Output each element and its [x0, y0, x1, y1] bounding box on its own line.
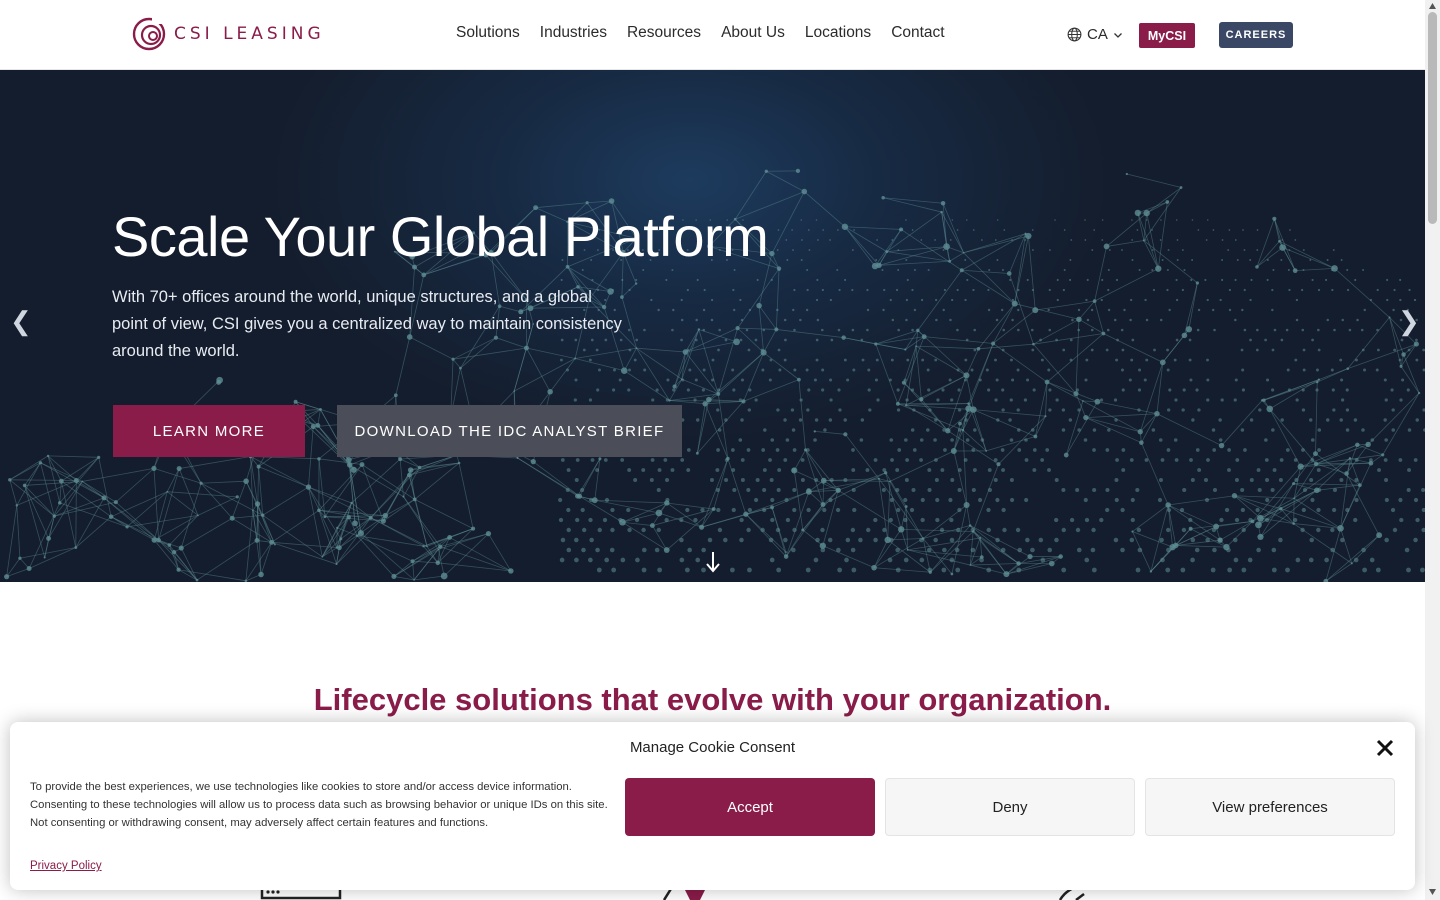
scroll-up-icon[interactable] — [1428, 2, 1437, 10]
careers-button[interactable]: CAREERS — [1219, 22, 1293, 48]
cookie-consent-banner: Manage Cookie Consent To provide the bes… — [10, 722, 1415, 890]
site-header: CSI LEASING Solutions Industries Resourc… — [0, 0, 1425, 70]
accept-cookies-button[interactable]: Accept — [625, 778, 875, 836]
download-idc-brief-button[interactable]: DOWNLOAD THE IDC ANALYST BRIEF — [337, 405, 682, 457]
logo-text: CSI LEASING — [174, 24, 325, 44]
hero-title: Scale Your Global Platform — [112, 205, 769, 268]
cookie-banner-title: Manage Cookie Consent — [629, 739, 796, 756]
chevron-down-icon — [1113, 32, 1122, 38]
hero-description: With 70+ offices around the world, uniqu… — [112, 288, 622, 360]
main-nav: Solutions Industries Resources About Us … — [456, 24, 945, 42]
hero-slider: Scale Your Global Platform With 70+ offi… — [0, 70, 1425, 582]
nav-industries[interactable]: Industries — [540, 24, 607, 42]
lifecycle-section-title: Lifecycle solutions that evolve with you… — [313, 682, 1112, 717]
deny-cookies-button[interactable]: Deny — [885, 778, 1135, 836]
globe-icon — [1067, 27, 1082, 42]
nav-locations[interactable]: Locations — [805, 24, 871, 42]
region-selector[interactable]: CA — [1067, 26, 1123, 43]
nav-solutions[interactable]: Solutions — [456, 24, 520, 42]
slider-next-arrow-icon[interactable]: ❯ — [1398, 306, 1420, 337]
csi-leasing-logo[interactable]: CSI LEASING — [132, 17, 325, 51]
nav-contact[interactable]: Contact — [891, 24, 944, 42]
privacy-policy-link[interactable]: Privacy Policy — [30, 860, 102, 872]
region-label: CA — [1087, 26, 1108, 43]
nav-resources[interactable]: Resources — [627, 24, 701, 42]
scrollbar-thumb[interactable] — [1428, 12, 1437, 224]
mycsi-button[interactable]: MyCSI — [1139, 23, 1195, 48]
scroll-down-icon[interactable] — [1428, 888, 1437, 896]
learn-more-button[interactable]: LEARN MORE — [113, 405, 305, 457]
csi-logo-icon — [132, 17, 166, 51]
close-icon[interactable] — [1375, 738, 1395, 758]
scroll-down-arrow-icon[interactable] — [704, 550, 722, 574]
cookie-banner-text: To provide the best experiences, we use … — [30, 781, 608, 829]
view-preferences-button[interactable]: View preferences — [1145, 778, 1395, 836]
nav-about-us[interactable]: About Us — [721, 24, 785, 42]
slider-prev-arrow-icon[interactable]: ❮ — [10, 306, 32, 337]
